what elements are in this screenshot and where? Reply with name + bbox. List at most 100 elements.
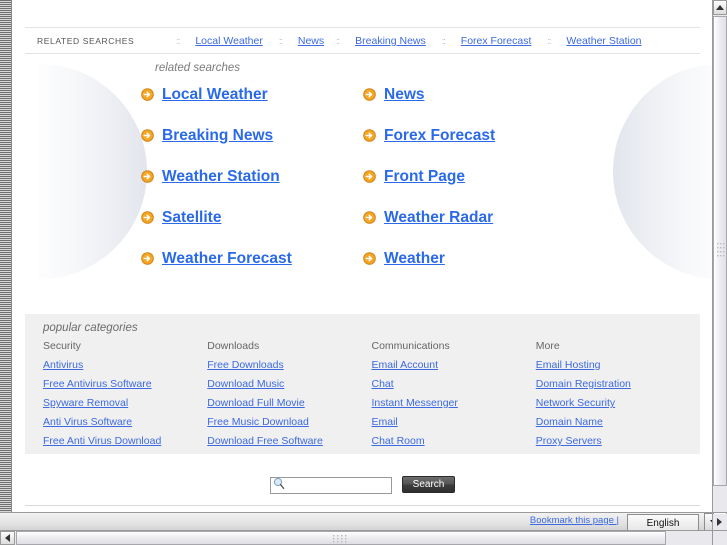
related-searches-grid: Local Weather News Breaking News Forex F… (141, 84, 581, 269)
category-link-download-music[interactable]: Download Music (207, 378, 371, 390)
circle-arrow-right-icon (141, 88, 154, 101)
category-link-free-anti-virus-download[interactable]: Free Anti Virus Download (43, 435, 207, 447)
decorative-half-circle-right (613, 64, 712, 279)
category-link-free-downloads[interactable]: Free Downloads (207, 359, 371, 371)
related-link-front-page[interactable]: Front Page (384, 168, 465, 186)
grip-dots-icon (333, 535, 347, 543)
category-title: More (535, 340, 560, 352)
category-link-email-hosting[interactable]: Email Hosting (536, 359, 700, 371)
horizontal-scrollbar[interactable] (0, 530, 712, 545)
category-link-free-music-download[interactable]: Free Music Download (207, 416, 371, 428)
scroll-up-icon[interactable] (713, 0, 727, 15)
related-link-row: Weather Forecast (141, 248, 363, 269)
category-link-instant-messenger[interactable]: Instant Messenger (372, 397, 536, 409)
related-link-row: Local Weather (141, 84, 363, 105)
category-link-anti-virus-software[interactable]: Anti Virus Software (43, 416, 207, 428)
topbar-link-item: :: Forex Forecast (442, 35, 532, 47)
search-input[interactable] (269, 477, 392, 494)
scrollbar-corner (712, 530, 727, 545)
circle-arrow-right-icon (141, 170, 154, 183)
category-title: Downloads (207, 340, 260, 352)
related-link-row: Weather (363, 248, 581, 269)
category-link-network-security[interactable]: Network Security (536, 397, 700, 409)
browser-window: RELATED SEARCHES :: Local Weather :: New… (0, 0, 727, 545)
related-link-weather-radar[interactable]: Weather Radar (384, 209, 493, 227)
topbar-link-item: :: News (279, 35, 324, 47)
content-bottom-divider (25, 505, 700, 506)
related-link-news[interactable]: News (384, 86, 425, 104)
topbar-link-weather-station[interactable]: Weather Station (566, 35, 641, 47)
separator-icon: :: (176, 35, 180, 46)
category-link-email-account[interactable]: Email Account (372, 359, 536, 371)
circle-arrow-right-icon (363, 129, 376, 142)
topbar-link-item: :: Breaking News (336, 35, 426, 47)
popular-categories-columns: Security Antivirus Free Antivirus Softwa… (25, 340, 700, 454)
category-link-download-full-movie[interactable]: Download Full Movie (207, 397, 371, 409)
scroll-left-icon[interactable] (0, 531, 15, 545)
related-link-row: Satellite (141, 207, 363, 228)
category-link-domain-name[interactable]: Domain Name (536, 416, 700, 428)
topbar-link-news[interactable]: News (298, 35, 324, 47)
separator-icon: :: (278, 35, 283, 46)
category-title: Security (43, 340, 81, 352)
related-link-row: Front Page (363, 166, 581, 187)
related-link-satellite[interactable]: Satellite (162, 209, 221, 227)
topbar-link-local-weather[interactable]: Local Weather (195, 35, 263, 47)
bookmark-this-page-link[interactable]: Bookmark this page | (530, 515, 619, 526)
category-link-free-antivirus-software[interactable]: Free Antivirus Software (43, 378, 207, 390)
topbar-link-item: :: Local Weather (176, 35, 263, 47)
related-link-row: News (363, 84, 581, 105)
search-button[interactable]: Search (401, 476, 456, 493)
separator-icon: :: (441, 35, 446, 46)
resize-grip-icon[interactable] (712, 514, 727, 530)
circle-arrow-right-icon (141, 252, 154, 265)
popular-categories-panel: popular categories Security Antivirus Fr… (25, 314, 700, 454)
search-input-wrapper (269, 475, 392, 494)
popular-categories-heading: popular categories (43, 322, 138, 334)
topbar-link-item: :: Weather Station (547, 35, 641, 47)
related-link-row: Forex Forecast (363, 125, 581, 146)
vertical-scrollbar-thumb[interactable] (713, 16, 727, 486)
related-link-local-weather[interactable]: Local Weather (162, 86, 268, 104)
related-searches-heading: related searches (155, 62, 241, 74)
related-link-forex-forecast[interactable]: Forex Forecast (384, 127, 495, 145)
category-link-download-free-software[interactable]: Download Free Software (207, 435, 371, 447)
related-link-weather-forecast[interactable]: Weather Forecast (162, 250, 292, 268)
category-title: Communications (371, 340, 450, 352)
category-link-chat[interactable]: Chat (372, 378, 536, 390)
related-searches-topbar-links: :: Local Weather :: News :: Breaking New… (176, 35, 700, 47)
topbar-link-forex-forecast[interactable]: Forex Forecast (461, 35, 532, 47)
circle-arrow-right-icon (363, 170, 376, 183)
web-page-content: RELATED SEARCHES :: Local Weather :: New… (13, 0, 712, 527)
related-searches-block: related searches Local Weather News Brea… (141, 62, 581, 269)
category-column-communications: Communications Email Account Chat Instan… (372, 340, 536, 454)
category-link-proxy-servers[interactable]: Proxy Servers (536, 435, 700, 447)
vertical-scrollbar[interactable] (712, 0, 727, 527)
circle-arrow-right-icon (141, 211, 154, 224)
category-link-domain-registration[interactable]: Domain Registration (536, 378, 700, 390)
related-link-row: Weather Station (141, 166, 363, 187)
category-link-email[interactable]: Email (372, 416, 536, 428)
related-link-row: Weather Radar (363, 207, 581, 228)
related-searches-topbar: RELATED SEARCHES :: Local Weather :: New… (25, 27, 700, 54)
separator-icon: :: (336, 35, 340, 46)
related-link-weather-station[interactable]: Weather Station (162, 168, 280, 186)
category-column-downloads: Downloads Free Downloads Download Music … (207, 340, 371, 454)
search-row: Search (13, 475, 712, 494)
category-link-antivirus[interactable]: Antivirus (43, 359, 207, 371)
related-link-weather[interactable]: Weather (384, 250, 445, 268)
related-link-breaking-news[interactable]: Breaking News (162, 127, 273, 145)
related-link-row: Breaking News (141, 125, 363, 146)
language-select-value: English (646, 517, 680, 529)
separator-icon: :: (547, 35, 551, 46)
decorative-half-circle-left (39, 64, 147, 279)
category-link-chat-room[interactable]: Chat Room (372, 435, 536, 447)
circle-arrow-right-icon (141, 129, 154, 142)
grip-dots-icon (717, 243, 725, 257)
related-searches-label: RELATED SEARCHES (37, 35, 135, 46)
category-link-spyware-removal[interactable]: Spyware Removal (43, 397, 207, 409)
horizontal-scrollbar-thumb[interactable] (16, 531, 666, 545)
circle-arrow-right-icon (363, 88, 376, 101)
topbar-link-breaking-news[interactable]: Breaking News (355, 35, 426, 47)
category-column-security: Security Antivirus Free Antivirus Softwa… (43, 340, 207, 454)
